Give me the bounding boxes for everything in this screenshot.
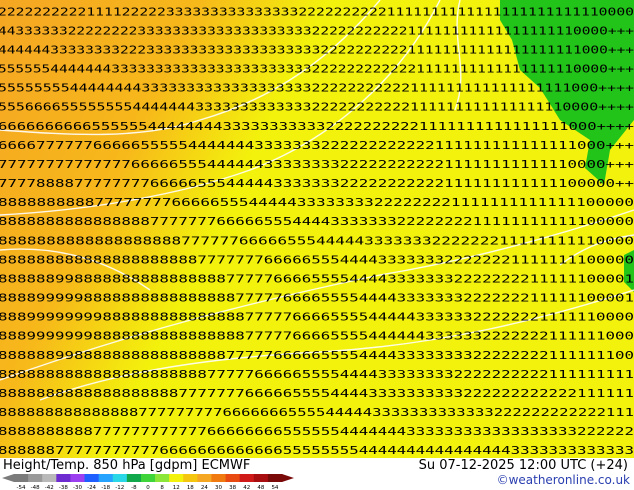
colorbar-tick-label: 54 xyxy=(271,485,278,490)
colorbar-swatch xyxy=(183,474,198,482)
digit-row: 8888999998888888888888888777776666555544… xyxy=(0,292,634,305)
colorbar-swatch xyxy=(70,474,86,482)
colorbar-tick-label: -38 xyxy=(59,485,68,490)
colorbar-tick-label: 38 xyxy=(229,485,236,490)
colorbar-arrow-left xyxy=(2,474,14,482)
colorbar-swatch xyxy=(155,474,170,482)
colorbar-tick-label: 0 xyxy=(146,485,150,490)
colorbar-swatch xyxy=(42,474,57,482)
valid-time: Su 07-12-2025 12:00 UTC (+24) xyxy=(418,458,628,473)
colorbar-swatch xyxy=(211,474,227,482)
digit-row: 8888888888888887777777776666666555544444… xyxy=(0,406,634,419)
weather-map[interactable]: 2222222222111122222333333333333333222222… xyxy=(0,0,634,458)
digit-row: 8889999999888888888888888877777666655554… xyxy=(0,330,634,343)
digit-row: 7777777777777766666555444444333333332222… xyxy=(0,158,634,171)
digit-row: 2222222222111122222333333333333333222222… xyxy=(0,5,634,18)
digit-row: 4444443333333322233333333333333333333222… xyxy=(0,43,634,56)
colorbar-arrow-right xyxy=(282,474,294,482)
digit-row: 8888888888888888888777777666665554444433… xyxy=(0,234,634,247)
colorbar-swatch xyxy=(225,474,241,482)
digit-row: 5556666555555554444444333333333333322222… xyxy=(0,101,634,114)
credit-link[interactable]: ©weatheronline.co.uk xyxy=(497,473,630,487)
colorbar-tick-label: -48 xyxy=(31,485,40,490)
digit-row: 8888888888777777776666655544444333333332… xyxy=(0,196,634,209)
digit-row: 8888888888888888888888777776666655554444… xyxy=(0,368,634,381)
map-footer: Height/Temp. 850 hPa [gdpm] ECMWF Su 07-… xyxy=(0,458,634,490)
colorbar-swatch xyxy=(84,474,100,482)
colorbar-tick-label: -18 xyxy=(101,485,110,490)
digit-row: 6666666666555555444444443333333333322222… xyxy=(0,120,634,133)
colorbar-swatch xyxy=(56,474,71,482)
map-canvas: 2222222222111122222333333333333333222222… xyxy=(0,0,634,458)
colorbar-swatch xyxy=(239,474,255,482)
digit-row: 5555554444444333333333333333333333332222… xyxy=(0,63,634,76)
colorbar-tick-label: -30 xyxy=(73,485,82,490)
colorbar-swatch xyxy=(112,474,128,482)
colorbar-tick-label: -42 xyxy=(45,485,54,490)
digit-row: 8888888888888888777777766666555444433333… xyxy=(0,215,634,228)
digit-row: 8888889988888888888888887777766666555544… xyxy=(0,349,634,362)
digit-row: 8889999999988888888888888877777666655554… xyxy=(0,311,634,324)
colorbar-tick-label: -54 xyxy=(17,485,26,490)
colorbar-tick-label: 42 xyxy=(243,485,250,490)
digit-row: 8888888888777777777777666666665555554444… xyxy=(0,425,634,438)
digit-row: 4433333322222222333333333333333333332222… xyxy=(0,24,634,37)
colorbar-tick-label: -24 xyxy=(87,485,96,490)
digit-row: 8888887777777777766666666666665555555544… xyxy=(0,444,634,457)
colorbar-tick-label: 48 xyxy=(257,485,264,490)
colorbar-swatch xyxy=(267,474,283,482)
colorbar-tick-label: 12 xyxy=(173,485,180,490)
digit-row: 8888888888888888888887777777666665554444… xyxy=(0,253,634,266)
colorbar-tick-label: -8 xyxy=(131,485,137,490)
digit-row: 5555555544444444333333333333333333322222… xyxy=(0,82,634,95)
colorbar-tick-label: 8 xyxy=(160,485,164,490)
digit-row: 6666777777666665555544444443333333222222… xyxy=(0,139,634,152)
colorbar-swatch xyxy=(197,474,212,482)
color-scale-bar: -54 -48 -42 -38 -30 -24 -18 -12 -8 0 8 12 18 24 30 38 42… xyxy=(2,474,294,490)
digit-row: 7777888877777777666665554444433333332222… xyxy=(0,177,634,190)
colorbar-tick-label: 30 xyxy=(215,485,222,490)
colorbar-swatch xyxy=(253,474,269,482)
digit-row: 8888888888888888888777777766666555544443… xyxy=(0,387,634,400)
colorbar-swatch xyxy=(98,474,114,482)
colorbar-tick-label: 24 xyxy=(201,485,208,490)
colorbar-swatch xyxy=(126,474,142,482)
colorbar-swatch xyxy=(169,474,184,482)
colorbar-swatch xyxy=(140,474,156,482)
colorbar-tick-label: 18 xyxy=(187,485,194,490)
colorbar-swatch xyxy=(14,474,29,482)
colorbar-tick-label: -12 xyxy=(115,485,124,490)
colorbar-swatch xyxy=(28,474,43,482)
map-title: Height/Temp. 850 hPa [gdpm] ECMWF xyxy=(3,458,251,473)
digit-row: 8888889988888888888888887777766665555444… xyxy=(0,272,634,285)
